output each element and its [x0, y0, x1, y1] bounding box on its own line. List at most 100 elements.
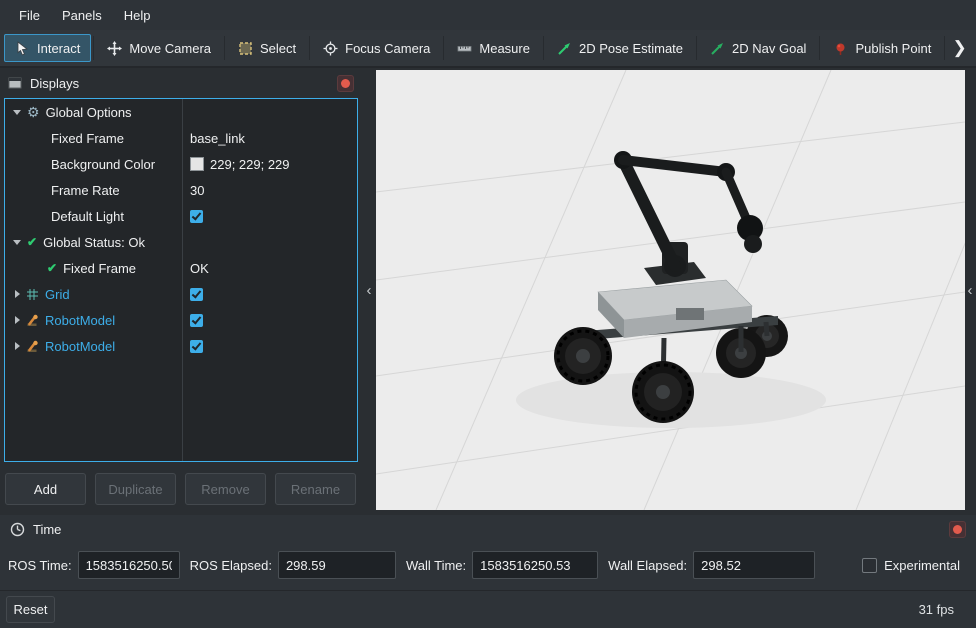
- time-panel-header[interactable]: Time: [0, 515, 976, 543]
- tool-label: Interact: [37, 41, 80, 56]
- tool-label: Move Camera: [129, 41, 211, 56]
- experimental-checkbox[interactable]: [862, 558, 877, 573]
- time-panel-title: Time: [33, 522, 61, 537]
- focus-camera-icon: [323, 41, 338, 56]
- chevron-left-icon: ‹: [968, 282, 973, 299]
- duplicate-display-button[interactable]: Duplicate: [95, 473, 176, 505]
- grid-icon: [26, 288, 39, 301]
- displays-panel-icon: [8, 76, 22, 90]
- tree-row-fixed-frame-status[interactable]: ✔ Fixed Frame OK: [5, 255, 357, 281]
- remove-display-button[interactable]: Remove: [185, 473, 266, 505]
- chevron-right-icon: ❯: [953, 38, 967, 58]
- status-ok-icon: ✔: [27, 236, 37, 248]
- tool-select[interactable]: Select: [227, 34, 307, 62]
- toolbar-separator: [443, 36, 444, 60]
- tool-measure[interactable]: Measure: [446, 34, 541, 62]
- tree-row-robotmodel-1[interactable]: RobotModel: [5, 307, 357, 333]
- tool-focus-camera[interactable]: Focus Camera: [312, 34, 441, 62]
- expander-closed-icon[interactable]: [15, 290, 20, 298]
- tree-row-grid[interactable]: Grid: [5, 281, 357, 307]
- tree-row-fixed-frame[interactable]: Fixed Frame base_link: [5, 125, 357, 151]
- expander-open-icon[interactable]: [13, 110, 21, 115]
- collapse-left-panel-handle[interactable]: ‹: [363, 281, 375, 299]
- toolbar-separator: [93, 36, 94, 60]
- toolbar: Interact Move Camera Select Focus Camera…: [0, 30, 976, 68]
- wall-time-input[interactable]: [472, 551, 598, 579]
- tree-label: Fixed Frame: [51, 131, 124, 146]
- tree-label: Fixed Frame: [63, 261, 136, 276]
- ros-time-input[interactable]: [78, 551, 180, 579]
- statusbar: Reset 31 fps: [0, 590, 976, 628]
- expander-closed-icon[interactable]: [15, 316, 20, 324]
- displays-panel: Displays ⚙ Global Options Fixed Frame ba…: [0, 70, 362, 515]
- tree-label: Global Options: [46, 105, 132, 120]
- expander-open-icon[interactable]: [13, 240, 21, 245]
- pose-estimate-arrow-icon: [557, 41, 572, 56]
- grid-enabled-checkbox[interactable]: [190, 288, 203, 301]
- tool-label: 2D Nav Goal: [732, 41, 806, 56]
- frame-rate-value[interactable]: 30: [190, 183, 204, 198]
- time-close-button[interactable]: [949, 521, 966, 538]
- add-display-button[interactable]: Add: [5, 473, 86, 505]
- tool-2d-nav-goal[interactable]: 2D Nav Goal: [699, 34, 817, 62]
- ros-time-group: ROS Time:: [8, 551, 180, 579]
- fixed-frame-value[interactable]: base_link: [190, 131, 245, 146]
- expander-closed-icon[interactable]: [15, 342, 20, 350]
- close-icon: [341, 79, 350, 88]
- ros-elapsed-input[interactable]: [278, 551, 396, 579]
- displays-button-row: Add Duplicate Remove Rename: [0, 473, 362, 505]
- publish-point-icon: [833, 41, 848, 56]
- tree-row-global-options[interactable]: ⚙ Global Options: [5, 99, 357, 125]
- robotmodel-1-enabled-checkbox[interactable]: [190, 314, 203, 327]
- default-light-checkbox[interactable]: [190, 210, 203, 223]
- nav-goal-arrow-icon: [710, 41, 725, 56]
- tree-row-frame-rate[interactable]: Frame Rate 30: [5, 177, 357, 203]
- rename-display-button[interactable]: Rename: [275, 473, 356, 505]
- color-swatch[interactable]: [190, 157, 204, 171]
- rviz-window: File Panels Help Interact Move Camera Se…: [0, 0, 976, 628]
- tree-row-background-color[interactable]: Background Color 229; 229; 229: [5, 151, 357, 177]
- toolbar-overflow-button[interactable]: ❯: [947, 34, 972, 62]
- rover-3d-render: [376, 70, 965, 510]
- collapse-right-panel-handle[interactable]: ‹: [964, 281, 976, 299]
- tree-row-global-status[interactable]: ✔ Global Status: Ok: [5, 229, 357, 255]
- tool-move-camera[interactable]: Move Camera: [96, 34, 222, 62]
- close-icon: [953, 525, 962, 534]
- tool-publish-point[interactable]: Publish Point: [822, 34, 942, 62]
- tree-row-robotmodel-2[interactable]: RobotModel: [5, 333, 357, 359]
- fps-counter: 31 fps: [919, 602, 954, 617]
- rover-arm: [614, 151, 763, 277]
- menubar: File Panels Help: [0, 0, 976, 30]
- chevron-left-icon: ‹: [367, 282, 372, 299]
- interact-cursor-icon: [15, 41, 30, 56]
- toolbar-separator: [696, 36, 697, 60]
- time-panel: Time ROS Time: ROS Elapsed: Wall Time: W…: [0, 515, 976, 590]
- background-color-value[interactable]: 229; 229; 229: [210, 157, 290, 172]
- display-name-robotmodel: RobotModel: [45, 339, 115, 354]
- tree-row-default-light[interactable]: Default Light: [5, 203, 357, 229]
- displays-tree[interactable]: ⚙ Global Options Fixed Frame base_link B…: [4, 98, 358, 462]
- experimental-group: Experimental: [862, 558, 960, 573]
- robotmodel-2-enabled-checkbox[interactable]: [190, 340, 203, 353]
- experimental-label: Experimental: [884, 558, 960, 573]
- toolbar-separator: [543, 36, 544, 60]
- menu-help[interactable]: Help: [113, 3, 162, 28]
- displays-close-button[interactable]: [337, 75, 354, 92]
- robot-icon: [26, 314, 39, 327]
- clock-icon: [10, 522, 25, 537]
- wall-elapsed-input[interactable]: [693, 551, 815, 579]
- menu-file[interactable]: File: [8, 3, 51, 28]
- tool-interact[interactable]: Interact: [4, 34, 91, 62]
- gear-icon: ⚙: [27, 105, 40, 119]
- tool-2d-pose-estimate[interactable]: 2D Pose Estimate: [546, 34, 694, 62]
- wall-time-label: Wall Time:: [406, 558, 466, 573]
- ros-elapsed-group: ROS Elapsed:: [190, 551, 396, 579]
- displays-panel-header[interactable]: Displays: [0, 70, 362, 96]
- wall-time-group: Wall Time:: [406, 551, 598, 579]
- 3d-viewport[interactable]: [376, 70, 965, 510]
- tree-label: Background Color: [51, 157, 155, 172]
- reset-button[interactable]: Reset: [6, 596, 55, 623]
- move-camera-icon: [107, 41, 122, 56]
- menu-panels[interactable]: Panels: [51, 3, 113, 28]
- robot-icon: [26, 340, 39, 353]
